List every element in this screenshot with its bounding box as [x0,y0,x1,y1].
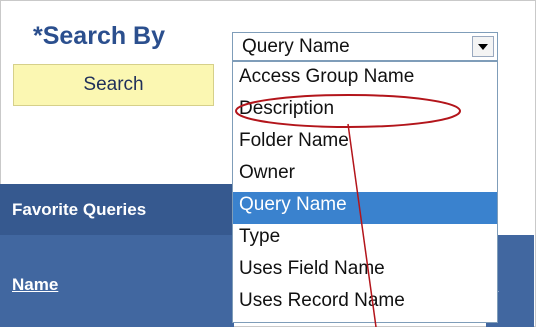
highlight-ellipse [235,94,461,128]
annotation-overlay [235,94,461,327]
annotation-pointer-line [347,123,377,327]
